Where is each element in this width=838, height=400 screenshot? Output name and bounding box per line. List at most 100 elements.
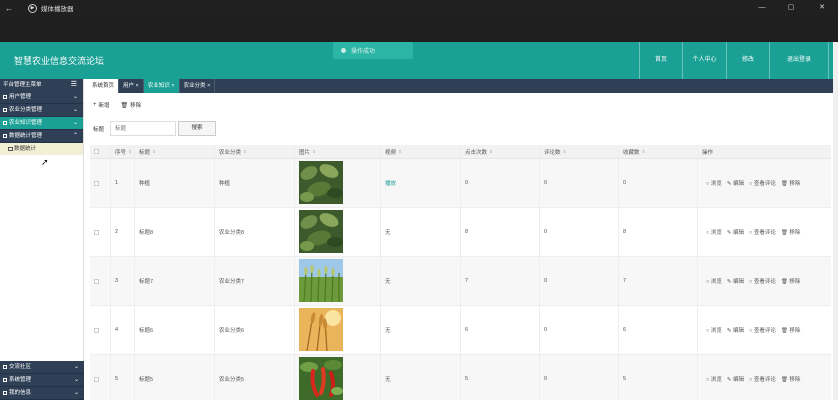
action-2-button[interactable]: ○ 查看评论	[749, 228, 776, 236]
thumbnail-image[interactable]	[299, 356, 343, 400]
trash-icon: 🗑	[780, 328, 788, 334]
row-checkbox[interactable]	[94, 327, 99, 333]
action-1-button[interactable]: ✎ 编辑	[727, 228, 744, 236]
nav-modify[interactable]: 修改	[726, 42, 769, 79]
sidebar-item-community[interactable]: 交流社区 ⌄	[0, 361, 84, 374]
thumbnail-image[interactable]	[299, 307, 343, 353]
sidebar-item-category-management[interactable]: 农业分类管理 ⌄	[0, 104, 83, 117]
table-row[interactable]: 4 标题6 农业分类6 无 6 0 6 ○ 浏览 ✎ 编辑 ○ 查看评论 🗑 移除	[90, 306, 831, 355]
web-page: 智慧农业信息交流论坛 首页 个人中心 修改 退出登录 操作成功 平台管理主菜单 …	[0, 42, 838, 400]
row-checkbox[interactable]	[94, 278, 99, 284]
cell-video[interactable]: 播放	[380, 159, 460, 207]
cell-category: 农业分类6	[214, 306, 294, 354]
cell-comments: 0	[539, 159, 618, 207]
delete-button[interactable]: 🗑 移除	[120, 101, 142, 110]
sidebar-item-knowledge-management[interactable]: 农业知识管理 ⌄	[0, 117, 83, 130]
table-row[interactable]: 1 种植 种植 播放 0 0 0 ○ 浏览 ✎ 编辑 ○ 查看评论 🗑 移除	[90, 159, 831, 208]
action-2-button[interactable]: ○ 查看评论	[749, 277, 776, 285]
table-row[interactable]: 2 标题8 农业分类8 无 8 0 8 ○ 浏览 ✎ 编辑 ○ 查看评论 🗑 移除	[90, 208, 831, 257]
action-0-button[interactable]: ○ 浏览	[706, 179, 722, 187]
chevron-down-icon: ⌄	[73, 390, 79, 396]
close-icon[interactable]: ×	[206, 83, 210, 89]
add-button[interactable]: + 新增	[93, 101, 110, 109]
row-actions: ○ 浏览 ✎ 编辑 ○ 查看评论 🗑 移除	[706, 326, 800, 334]
close-icon[interactable]: ×	[170, 83, 174, 89]
action-0-button[interactable]: ○ 浏览	[706, 277, 722, 285]
col-header[interactable]: 点击次数 ⇕	[460, 145, 539, 158]
col-header[interactable]: 序号 ⇕	[110, 145, 134, 158]
action-0-button[interactable]: ○ 浏览	[706, 326, 722, 334]
col-header[interactable]: 视频 ⇕	[380, 145, 460, 158]
action-label: 浏览	[710, 377, 722, 383]
sidebar-header: 平台管理主菜单 ☰	[0, 79, 83, 91]
action-3-button[interactable]: 🗑 移除	[781, 326, 801, 334]
cell-favorites: 7	[618, 257, 697, 305]
page-scrollbar[interactable]	[833, 42, 838, 400]
row-checkbox[interactable]	[94, 376, 99, 382]
table-row[interactable]: 3 标题7 农业分类7 无 7 0 7 ○ 浏览 ✎ 编辑 ○ 查看评论 🗑 移除	[90, 257, 831, 306]
thumbnail-image[interactable]	[299, 209, 343, 255]
trash-icon: 🗑	[120, 102, 129, 109]
action-1-button[interactable]: ✎ 编辑	[727, 179, 744, 187]
maximize-button[interactable]: ▢	[777, 0, 805, 16]
sidebar-item-system-management[interactable]: 系统管理 ⌄	[0, 374, 84, 387]
cell-title: 标题8	[134, 208, 214, 256]
action-2-button[interactable]: ○ 查看评论	[749, 326, 776, 334]
table-row[interactable]: 5 标题5 农业分类5 无 5 0 5 ○ 浏览 ✎ 编辑 ○ 查看评论 🗑 移除	[90, 355, 831, 400]
action-label: 浏览	[710, 279, 722, 285]
cell-comments: 0	[539, 355, 618, 400]
col-header[interactable]: 图片 ⇕	[294, 145, 380, 158]
sidebar-item-statistics-management[interactable]: 数据统计管理 ⌃	[0, 130, 83, 143]
comments-icon: ○	[749, 328, 753, 334]
col-header[interactable]: 评论数 ⇕	[539, 145, 618, 158]
minimize-button[interactable]: —	[748, 0, 776, 16]
sidebar-item-user-management[interactable]: 用户管理 ⌄	[0, 91, 83, 104]
action-0-button[interactable]: ○ 浏览	[706, 228, 722, 236]
menu-toggle-icon[interactable]: ☰	[71, 79, 77, 91]
cell-image[interactable]	[294, 306, 380, 354]
cell-no: 2	[110, 208, 134, 256]
thumbnail-image[interactable]	[299, 160, 343, 206]
row-checkbox[interactable]	[94, 180, 99, 186]
nav-home[interactable]: 首页	[639, 42, 682, 79]
tab-category[interactable]: 农业分类 ×	[179, 79, 216, 93]
row-checkbox[interactable]	[94, 229, 99, 235]
action-0-button[interactable]: ○ 浏览	[706, 375, 722, 383]
close-icon[interactable]: ×	[134, 83, 139, 89]
search-button[interactable]: 搜索	[178, 121, 217, 136]
col-header[interactable]: 收藏数 ⇕	[618, 145, 697, 158]
action-2-button[interactable]: ○ 查看评论	[749, 179, 776, 187]
cell-image[interactable]	[294, 257, 380, 305]
action-3-button[interactable]: 🗑 移除	[781, 228, 801, 236]
cell-image[interactable]	[294, 355, 380, 400]
cell-title: 标题6	[134, 306, 214, 354]
col-header[interactable]: 农业分类 ⇕	[214, 145, 294, 158]
col-header: 操作	[697, 145, 831, 158]
tab-knowledge[interactable]: 农业知识 ×	[143, 79, 180, 93]
action-3-button[interactable]: 🗑 移除	[781, 277, 801, 285]
sidebar-title: 平台管理主菜单	[3, 82, 42, 88]
action-3-button[interactable]: 🗑 移除	[781, 179, 801, 187]
action-1-button[interactable]: ✎ 编辑	[727, 277, 744, 285]
col-header[interactable]: 标题 ⇕	[134, 145, 214, 158]
action-2-button[interactable]: ○ 查看评论	[749, 375, 776, 383]
action-1-button[interactable]: ✎ 编辑	[727, 326, 744, 334]
action-3-button[interactable]: 🗑 移除	[781, 375, 801, 383]
cell-comments: 0	[539, 306, 618, 354]
sidebar-subitem-statistics[interactable]: 数据统计	[0, 143, 83, 155]
cell-image[interactable]	[294, 159, 380, 207]
nav-logout[interactable]: 退出登录	[769, 42, 829, 79]
sidebar-item-my-info[interactable]: 我的信息 ⌄	[0, 387, 84, 400]
back-arrow-icon[interactable]: ←	[0, 4, 18, 13]
select-all-checkbox[interactable]	[94, 149, 99, 154]
tab-user[interactable]: 用户 ×	[119, 79, 144, 93]
thumbnail-image[interactable]	[299, 258, 343, 304]
tab-home[interactable]: 系统首页	[88, 79, 120, 93]
close-button[interactable]: ✕	[808, 0, 836, 16]
row-actions: ○ 浏览 ✎ 编辑 ○ 查看评论 🗑 移除	[706, 277, 800, 285]
tab-label: 系统首页	[92, 83, 115, 89]
search-input[interactable]	[110, 121, 177, 136]
cell-image[interactable]	[294, 208, 380, 256]
action-1-button[interactable]: ✎ 编辑	[727, 375, 744, 383]
nav-personal-center[interactable]: 个人中心	[682, 42, 726, 79]
